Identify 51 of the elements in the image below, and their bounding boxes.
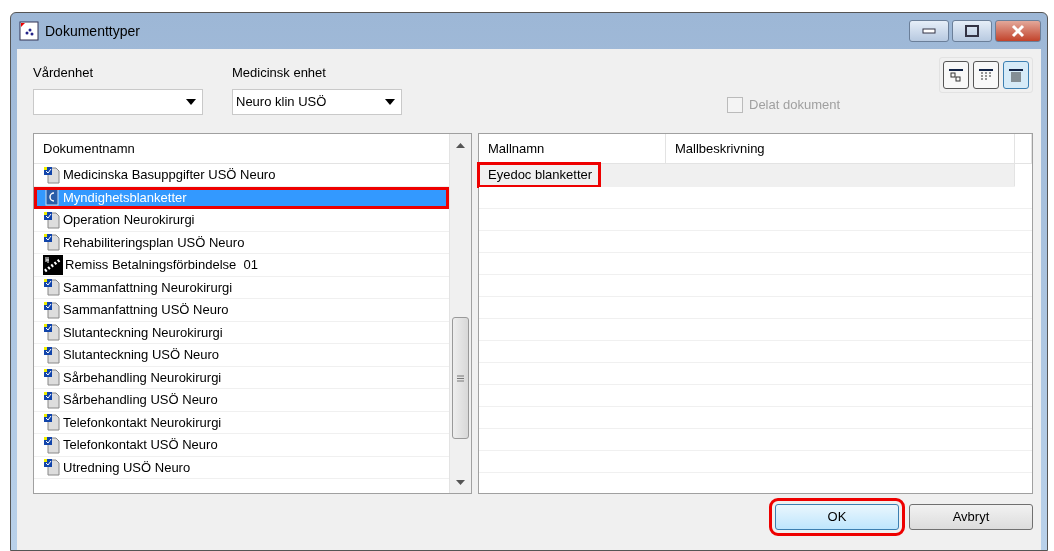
view-button[interactable] (1003, 61, 1029, 89)
list-item[interactable]: Telefonkontakt USÖ Neuro (34, 434, 449, 457)
form-icon (43, 188, 61, 207)
maximize-icon (965, 25, 979, 37)
dropdown-arrow-icon (385, 98, 395, 105)
scroll-thumb[interactable] (452, 317, 469, 439)
list-item[interactable]: Sårbehandling USÖ Neuro (34, 389, 449, 412)
view-button[interactable] (973, 61, 999, 89)
close-icon (1010, 24, 1026, 38)
minimize-icon (922, 28, 936, 34)
scroll-up-icon[interactable] (456, 142, 465, 148)
view-button[interactable] (943, 61, 969, 89)
list-item[interactable]: Telefonkontakt Neurokirurgi (34, 411, 449, 434)
document-icon (43, 323, 61, 342)
list-item[interactable]: Medicinska Basuppgifter USÖ Neuro (34, 164, 449, 187)
minimize-button[interactable] (909, 20, 949, 42)
scroll-down-icon[interactable] (456, 479, 465, 485)
field-label: Medicinsk enhet (232, 64, 327, 82)
document-icon (43, 458, 61, 477)
list-item[interactable]: Operation Neurokirurgi (34, 209, 449, 232)
list-item[interactable]: Slutanteckning Neurokirurgi (34, 321, 449, 344)
dropdown-arrow-icon (186, 98, 196, 105)
document-icon (43, 390, 61, 409)
field-label: Vårdenhet (33, 64, 94, 82)
window-title: Dokumenttyper (45, 21, 140, 41)
app-icon (19, 21, 39, 41)
column-header[interactable]: Mallbeskrivning (666, 134, 1015, 163)
list-item[interactable]: Slutanteckning USÖ Neuro (34, 344, 449, 367)
referral-icon (43, 254, 63, 275)
list-item[interactable]: Utredning USÖ Neuro (34, 456, 449, 479)
document-icon (43, 368, 61, 387)
maximize-button[interactable] (952, 20, 992, 42)
document-icon (43, 233, 61, 252)
document-icon (43, 165, 61, 184)
document-icon (43, 210, 61, 229)
list-item[interactable]: Sammanfattning USÖ Neuro (34, 299, 449, 322)
list-item[interactable]: Sårbehandling Neurokirurgi (34, 366, 449, 389)
dialog-button[interactable]: Avbryt (909, 504, 1033, 530)
list-item[interactable]: Remiss Betalningsförbindelse 01 (34, 254, 449, 277)
close-button[interactable] (995, 20, 1041, 42)
column-header[interactable]: Mallnamn (479, 134, 666, 163)
list-item[interactable]: Sammanfattning Neurokirurgi (34, 276, 449, 299)
scrollbar[interactable] (449, 134, 471, 493)
checkbox-label: Delat dokument (749, 96, 841, 114)
document-icon (43, 413, 61, 432)
list-item[interactable]: Rehabiliteringsplan USÖ Neuro (34, 231, 449, 254)
document-icon (43, 345, 61, 364)
document-icon (43, 300, 61, 319)
dropdown[interactable]: Neuro klin USÖ (232, 88, 402, 115)
document-icon (43, 435, 61, 454)
document-icon (43, 278, 61, 297)
